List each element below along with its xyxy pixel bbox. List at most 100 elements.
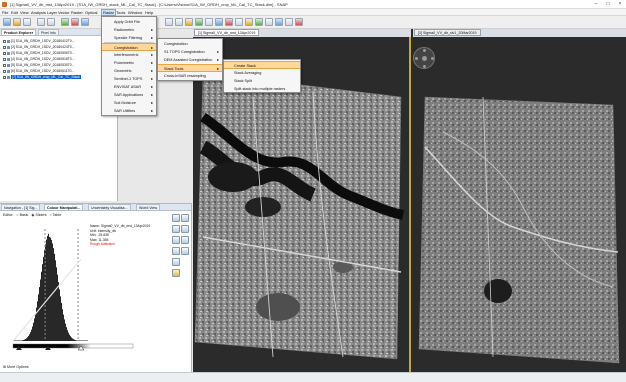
pin-tool-icon[interactable] xyxy=(185,18,193,26)
pan-tool-icon[interactable] xyxy=(165,18,173,26)
tab-colour-manipulation[interactable]: Colour Manipulati... xyxy=(44,204,84,211)
menu-layer[interactable]: Layer xyxy=(47,10,57,15)
menu-vector[interactable]: Vector xyxy=(58,10,69,15)
menu-window[interactable]: Window xyxy=(128,10,142,15)
select-tool-icon[interactable] xyxy=(205,18,213,26)
expand-icon[interactable] xyxy=(3,69,6,73)
menu-item-interferometric[interactable]: Interferometric ▸ xyxy=(102,51,156,59)
open-product-icon[interactable] xyxy=(13,18,21,26)
tab-world-view[interactable]: World View xyxy=(136,204,161,211)
menu-file[interactable]: File xyxy=(2,10,8,15)
menu-item-geometric[interactable]: Geometric ▸ xyxy=(102,67,156,75)
help-icon[interactable] xyxy=(285,18,293,26)
zoom-in-vertical-icon[interactable] xyxy=(172,236,180,244)
product-item-selected[interactable]: [7] S1A_IW_GRDH_crop_ML_Cal_TC_Stack xyxy=(3,75,81,80)
range-finder-icon[interactable] xyxy=(195,18,203,26)
expand-icon[interactable] xyxy=(3,39,6,43)
product-item[interactable]: [6] S1A_IW_GRDH_1SDV_20180611T0... xyxy=(3,69,74,74)
undo-icon[interactable] xyxy=(37,18,45,26)
export-colour-palette-icon[interactable] xyxy=(181,214,189,222)
menu-view[interactable]: View xyxy=(20,10,29,15)
tab-uncertainty-visualisation[interactable]: Uncertainty Visualisa... xyxy=(88,204,131,211)
world-map-icon[interactable] xyxy=(265,18,273,26)
magic-wand-icon[interactable] xyxy=(235,18,243,26)
menu-item-sentinel1-tops[interactable]: Sentinel-1 TOPS ▸ xyxy=(102,75,156,83)
info-icon[interactable] xyxy=(172,269,180,277)
menu-item-cross-insar-resampling[interactable]: Cross-InSAR resampling xyxy=(158,72,222,80)
tab-pixel-info[interactable]: Pixel Info xyxy=(38,29,59,36)
menu-item-sar-utilities[interactable]: SAR Utilities ▸ xyxy=(102,107,156,115)
fit-range-icon[interactable] xyxy=(172,258,180,266)
menu-edit[interactable]: Edit xyxy=(11,10,18,15)
multi-apply-icon[interactable] xyxy=(181,225,189,233)
radio-basic[interactable]: ○ Basic xyxy=(16,213,28,217)
menu-item-coregistration-op[interactable]: Coregistration xyxy=(158,40,222,48)
close-button[interactable]: × xyxy=(614,1,626,8)
menu-item-create-stack[interactable]: Create Stack xyxy=(224,61,300,69)
tab-navigation[interactable]: Navigation - [1] Sig... xyxy=(1,204,41,211)
reset-defaults-icon[interactable] xyxy=(172,225,180,233)
radio-table[interactable]: ○ Table xyxy=(50,213,62,217)
menu-item-dem-assisted-coregistration[interactable]: DEM Assisted Coregistration ▸ xyxy=(158,56,222,64)
maximize-button[interactable]: □ xyxy=(602,1,614,8)
menu-item-apply-orbit-file[interactable]: Apply Orbit File xyxy=(102,18,156,26)
tab-product-explorer[interactable]: Product Explorer xyxy=(1,29,37,36)
redo-icon[interactable] xyxy=(47,18,55,26)
zoom-out-horizontal-icon[interactable] xyxy=(181,247,189,255)
more-options-toggle[interactable]: ⊞ More Options xyxy=(3,365,29,369)
menu-item-s1-tops-coregistration[interactable]: S1 TOPS Coregistration ▸ xyxy=(158,48,222,56)
menu-item-coregistration[interactable]: Coregistration ▸ xyxy=(102,43,156,51)
menu-tools[interactable]: Tools xyxy=(116,10,125,15)
batch-processing-icon[interactable] xyxy=(81,18,89,26)
settings-icon[interactable] xyxy=(295,18,303,26)
menu-radar[interactable]: Radar xyxy=(101,9,116,16)
menu-item-stack-averaging[interactable]: Stack Averaging xyxy=(224,69,300,77)
title-bar: [1] Sigma0_VV_db_mst_13Apr2019 - [S1A_IW… xyxy=(0,0,626,9)
menu-item-split-stack-multiple-rasters[interactable]: Split stack into multiple rasters xyxy=(224,85,300,93)
histogram-bar xyxy=(38,294,39,341)
product-item[interactable]: [1] S1A_IW_GRDH_1SDV_20180412T0... xyxy=(3,39,75,44)
graph-builder-icon[interactable] xyxy=(71,18,79,26)
menu-item-speckle-filtering[interactable]: Speckle Filtering ▸ xyxy=(102,34,156,42)
product-icon xyxy=(7,69,10,73)
minimize-button[interactable]: – xyxy=(590,1,602,8)
google-earth-icon[interactable] xyxy=(275,18,283,26)
expand-icon[interactable] xyxy=(3,75,6,79)
menu-item-polarimetric[interactable]: Polarimetric ▸ xyxy=(102,59,156,67)
menu-raster[interactable]: Raster xyxy=(71,10,83,15)
menu-item-stack-tools[interactable]: Stack Tools ▸ xyxy=(158,64,222,72)
expand-icon[interactable] xyxy=(3,45,6,49)
band-maths-icon[interactable] xyxy=(61,18,69,26)
product-item[interactable]: [5] S1A_IW_GRDH_1SDV_20180530T0... xyxy=(3,63,75,68)
product-icon xyxy=(7,45,10,49)
tab-image-sigma0-slv1[interactable]: [2] Sigma0_VV_db_slv1_20Mar2019 xyxy=(414,29,481,36)
menu-item-envisat-asar[interactable]: ENVISAT ASAR ▸ xyxy=(102,83,156,91)
menu-item-radiometric[interactable]: Radiometric ▸ xyxy=(102,26,156,34)
radio-sliders[interactable]: ◉ Sliders xyxy=(31,213,46,217)
save-icon[interactable] xyxy=(23,18,31,26)
product-item[interactable]: [2] S1A_IW_GRDH_1SDV_20180424T0... xyxy=(3,45,75,50)
zoom-out-vertical-icon[interactable] xyxy=(181,236,189,244)
import-colour-palette-icon[interactable] xyxy=(172,214,180,222)
zoom-in-horizontal-icon[interactable] xyxy=(172,247,180,255)
draw-line-icon[interactable] xyxy=(215,18,223,26)
expand-icon[interactable] xyxy=(3,57,6,61)
menu-optical[interactable]: Optical xyxy=(85,10,97,15)
menu-item-soil-moisture[interactable]: Soil Moisture ▸ xyxy=(102,99,156,107)
sync-cursor-icon[interactable] xyxy=(255,18,263,26)
product-item[interactable]: [3] S1A_IW_GRDH_1SDV_20180506T0... xyxy=(3,51,75,56)
expand-icon[interactable] xyxy=(3,51,6,55)
product-item[interactable]: [4] S1A_IW_GRDH_1SDV_20180518T0... xyxy=(3,57,75,62)
menu-help[interactable]: Help xyxy=(145,10,153,15)
tab-image-sigma0-mst[interactable]: [1] Sigma0_VV_db_mst_13Apr2019 xyxy=(194,29,260,36)
histogram-bar xyxy=(61,303,62,341)
menu-analysis[interactable]: Analysis xyxy=(31,10,46,15)
expand-icon[interactable] xyxy=(3,63,6,67)
menu-item-sar-applications[interactable]: SAR Applications ▸ xyxy=(102,91,156,99)
sync-views-icon[interactable] xyxy=(245,18,253,26)
zoom-tool-icon[interactable] xyxy=(175,18,183,26)
new-product-icon[interactable] xyxy=(3,18,11,26)
histogram-bar xyxy=(24,339,25,341)
draw-polygon-icon[interactable] xyxy=(225,18,233,26)
menu-item-stack-split[interactable]: Stack Split xyxy=(224,77,300,85)
